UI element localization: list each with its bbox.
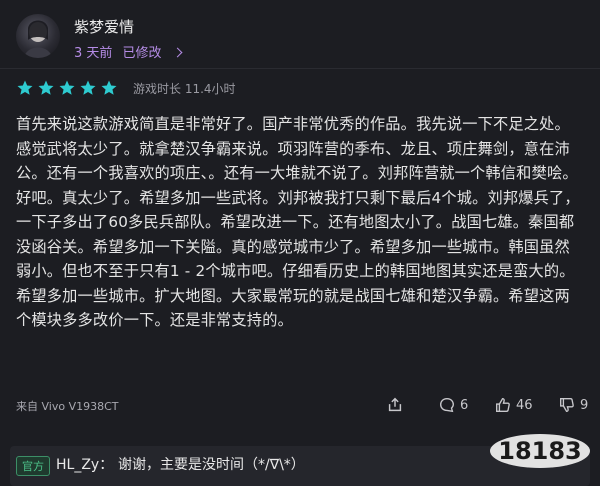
user-avatar[interactable]	[16, 14, 60, 58]
star-icon	[59, 80, 75, 95]
share-icon	[388, 397, 402, 412]
official-badge: 官方	[16, 456, 50, 476]
like-button[interactable]: 46	[494, 396, 533, 414]
username[interactable]: 紫梦爱情	[74, 16, 134, 37]
thumbs-down-icon	[560, 398, 574, 412]
watermark-text: 18183	[498, 437, 582, 465]
review-header: 紫梦爱情 3 天前 已修改	[0, 0, 600, 70]
comment-icon	[440, 398, 454, 413]
dislike-button[interactable]: 9	[558, 396, 588, 414]
star-rating	[16, 79, 121, 97]
comment-count: 6	[460, 397, 469, 413]
review-meta[interactable]: 3 天前 已修改	[74, 42, 183, 61]
dislike-count: 9	[580, 397, 589, 413]
post-time: 3 天前	[74, 46, 113, 61]
chevron-right-icon	[172, 47, 183, 58]
review-text: 首先来说这款游戏简直是非常好了。国产非常优秀的作品。我先说一下不足之处。感觉武将…	[16, 115, 580, 329]
divider	[0, 68, 600, 69]
star-icon	[101, 80, 117, 95]
review-footer: 来自 Vivo V1938CT 6 46 9	[16, 396, 588, 416]
star-icon	[17, 80, 33, 95]
site-watermark-logo: 18183	[490, 434, 590, 468]
playtime: 游戏时长 11.4小时	[133, 81, 236, 96]
rating-row: 游戏时长 11.4小时	[16, 78, 236, 98]
avatar-image	[24, 20, 52, 58]
device-label: 来自 Vivo V1938CT	[16, 400, 119, 413]
thumbs-up-icon	[496, 398, 510, 412]
comment-button[interactable]: 6	[438, 396, 468, 414]
star-icon	[80, 80, 96, 95]
reply-author: HL_Zy：	[56, 457, 114, 473]
edited-label: 已修改	[122, 46, 162, 61]
star-icon	[38, 80, 54, 95]
reply-text: 谢谢，主要是没时间（*/∇\*）	[118, 457, 305, 473]
share-button[interactable]	[386, 396, 408, 414]
like-count: 46	[516, 397, 533, 413]
